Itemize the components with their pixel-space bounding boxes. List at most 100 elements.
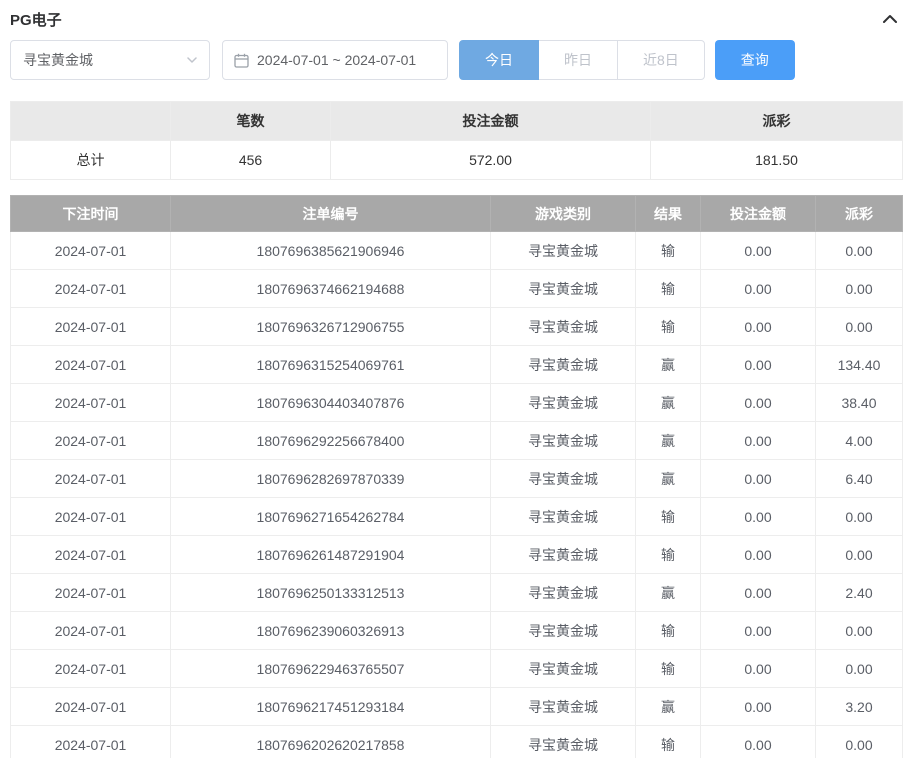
page: PG电子 寻宝黄金城 [0, 0, 912, 758]
cell-bet-amount: 0.00 [701, 498, 816, 536]
cell-bet-time: 2024-07-01 [11, 650, 171, 688]
cell-payout: 0.00 [816, 650, 903, 688]
cell-bet-time: 2024-07-01 [11, 688, 171, 726]
table-row: 2024-07-011807696217451293184寻宝黄金城赢0.003… [11, 688, 903, 726]
summary-total-bet-amount: 572.00 [331, 141, 651, 180]
table-row: 2024-07-011807696229463765507寻宝黄金城输0.000… [11, 650, 903, 688]
summary-header-count: 笔数 [171, 102, 331, 141]
cell-order-id: 1807696292256678400 [171, 422, 491, 460]
table-row: 2024-07-011807696304403407876寻宝黄金城赢0.003… [11, 384, 903, 422]
section-header: PG电子 [10, 0, 902, 32]
cell-game-type: 寻宝黄金城 [491, 612, 636, 650]
page-title: PG电子 [10, 9, 62, 30]
filter-bar: 寻宝黄金城 2024-07-01 ~ 2024-07-01 今日 昨日 [10, 40, 902, 80]
cell-bet-amount: 0.00 [701, 270, 816, 308]
cell-bet-time: 2024-07-01 [11, 346, 171, 384]
last-8-days-button[interactable]: 近8日 [617, 40, 705, 80]
query-button[interactable]: 查询 [715, 40, 795, 80]
table-row: 2024-07-011807696385621906946寻宝黄金城输0.000… [11, 232, 903, 270]
cell-order-id: 1807696261487291904 [171, 536, 491, 574]
cell-payout: 0.00 [816, 536, 903, 574]
summary-total-count: 456 [171, 141, 331, 180]
summary-total-label: 总计 [11, 141, 171, 180]
cell-payout: 0.00 [816, 270, 903, 308]
col-header-payout: 派彩 [816, 196, 903, 232]
cell-result: 输 [636, 308, 701, 346]
calendar-icon [234, 53, 249, 68]
cell-bet-amount: 0.00 [701, 574, 816, 612]
table-row: 2024-07-011807696250133312513寻宝黄金城赢0.002… [11, 574, 903, 612]
cell-bet-time: 2024-07-01 [11, 308, 171, 346]
table-row: 2024-07-011807696202620217858寻宝黄金城输0.000… [11, 726, 903, 758]
game-select-value: 寻宝黄金城 [23, 50, 93, 70]
cell-order-id: 1807696326712906755 [171, 308, 491, 346]
summary-total-payout: 181.50 [651, 141, 903, 180]
summary-total-row: 总计 456 572.00 181.50 [11, 141, 903, 180]
cell-bet-amount: 0.00 [701, 650, 816, 688]
cell-game-type: 寻宝黄金城 [491, 422, 636, 460]
cell-result: 赢 [636, 346, 701, 384]
cell-game-type: 寻宝黄金城 [491, 232, 636, 270]
bets-table: 下注时间 注单编号 游戏类别 结果 投注金额 派彩 2024-07-011807… [10, 195, 903, 758]
cell-bet-time: 2024-07-01 [11, 422, 171, 460]
table-row: 2024-07-011807696261487291904寻宝黄金城输0.000… [11, 536, 903, 574]
cell-order-id: 1807696374662194688 [171, 270, 491, 308]
game-select[interactable]: 寻宝黄金城 [10, 40, 210, 80]
cell-payout: 0.00 [816, 612, 903, 650]
cell-bet-amount: 0.00 [701, 726, 816, 758]
summary-header-blank [11, 102, 171, 141]
date-range-value: 2024-07-01 ~ 2024-07-01 [257, 52, 416, 68]
cell-game-type: 寻宝黄金城 [491, 308, 636, 346]
table-row: 2024-07-011807696326712906755寻宝黄金城输0.000… [11, 308, 903, 346]
summary-header-row: 笔数 投注金额 派彩 [11, 102, 903, 141]
cell-bet-amount: 0.00 [701, 688, 816, 726]
cell-result: 赢 [636, 688, 701, 726]
table-row: 2024-07-011807696374662194688寻宝黄金城输0.000… [11, 270, 903, 308]
summary-header-bet-amount: 投注金额 [331, 102, 651, 141]
cell-bet-amount: 0.00 [701, 308, 816, 346]
cell-payout: 38.40 [816, 384, 903, 422]
cell-result: 输 [636, 498, 701, 536]
cell-order-id: 1807696239060326913 [171, 612, 491, 650]
chevron-up-icon[interactable] [878, 9, 902, 29]
cell-order-id: 1807696202620217858 [171, 726, 491, 758]
cell-result: 赢 [636, 384, 701, 422]
chevron-down-icon [187, 57, 197, 63]
cell-bet-amount: 0.00 [701, 346, 816, 384]
cell-bet-amount: 0.00 [701, 422, 816, 460]
cell-bet-time: 2024-07-01 [11, 270, 171, 308]
cell-bet-time: 2024-07-01 [11, 498, 171, 536]
cell-bet-time: 2024-07-01 [11, 574, 171, 612]
cell-order-id: 1807696271654262784 [171, 498, 491, 536]
today-button[interactable]: 今日 [459, 40, 539, 80]
summary-header-payout: 派彩 [651, 102, 903, 141]
cell-order-id: 1807696229463765507 [171, 650, 491, 688]
yesterday-button[interactable]: 昨日 [538, 40, 618, 80]
summary-table: 笔数 投注金额 派彩 总计 456 572.00 181.50 [10, 101, 903, 180]
table-row: 2024-07-011807696292256678400寻宝黄金城赢0.004… [11, 422, 903, 460]
cell-order-id: 1807696217451293184 [171, 688, 491, 726]
col-header-bet-time: 下注时间 [11, 196, 171, 232]
cell-result: 输 [636, 232, 701, 270]
cell-game-type: 寻宝黄金城 [491, 270, 636, 308]
cell-result: 输 [636, 726, 701, 758]
cell-bet-amount: 0.00 [701, 460, 816, 498]
cell-result: 输 [636, 650, 701, 688]
cell-payout: 0.00 [816, 308, 903, 346]
cell-result: 输 [636, 270, 701, 308]
cell-order-id: 1807696250133312513 [171, 574, 491, 612]
cell-bet-amount: 0.00 [701, 536, 816, 574]
cell-bet-time: 2024-07-01 [11, 726, 171, 758]
cell-payout: 3.20 [816, 688, 903, 726]
cell-game-type: 寻宝黄金城 [491, 346, 636, 384]
date-range-input[interactable]: 2024-07-01 ~ 2024-07-01 [222, 40, 448, 80]
cell-bet-amount: 0.00 [701, 232, 816, 270]
quick-range-button-group: 今日 昨日 近8日 [459, 40, 705, 80]
cell-game-type: 寻宝黄金城 [491, 650, 636, 688]
col-header-bet-amount: 投注金额 [701, 196, 816, 232]
col-header-game-type: 游戏类别 [491, 196, 636, 232]
cell-game-type: 寻宝黄金城 [491, 498, 636, 536]
cell-game-type: 寻宝黄金城 [491, 574, 636, 612]
cell-order-id: 1807696282697870339 [171, 460, 491, 498]
cell-game-type: 寻宝黄金城 [491, 726, 636, 758]
